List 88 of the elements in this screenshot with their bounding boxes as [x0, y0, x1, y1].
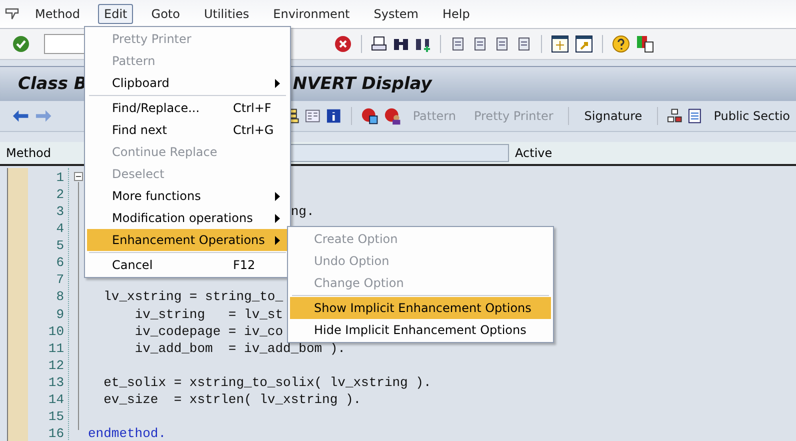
help-icon[interactable] [612, 35, 630, 53]
page-icon[interactable] [494, 36, 510, 52]
line-number: 14 [47, 390, 65, 408]
menu-item-label: Clipboard [112, 76, 170, 90]
document-icon[interactable] [688, 108, 702, 124]
line-number: 10 [47, 322, 65, 340]
method-label: Method [5, 146, 52, 160]
menu-item-label: Enhancement Operations [112, 233, 265, 247]
stop-sign-icon[interactable] [360, 107, 378, 125]
command-field[interactable] [44, 34, 86, 54]
info-icon[interactable] [326, 108, 342, 124]
menu-item[interactable]: Help [436, 4, 476, 24]
menu-item-label: Find next [112, 123, 167, 137]
menu-item[interactable]: Find/Replace... Ctrl+F [87, 97, 288, 119]
menu-item[interactable]: System [368, 4, 424, 24]
menu-item-label: Cancel [112, 258, 153, 272]
menu-item-label: Undo Option [314, 254, 390, 268]
list-icon[interactable] [305, 108, 320, 124]
code-line: ng. [290, 204, 314, 220]
layout-icon[interactable] [636, 35, 654, 53]
menu-item-label: Change Option [314, 276, 404, 290]
code-line: endmethod. [88, 426, 166, 441]
submenu-arrow-icon [275, 192, 280, 201]
menu-item[interactable]: Modification operations [87, 207, 288, 229]
page-icon[interactable] [472, 36, 488, 52]
shortcut-text: F12 [233, 258, 256, 272]
line-number: 11 [47, 340, 65, 357]
menu-item[interactable]: Edit [98, 4, 134, 24]
menu-item-label: Continue Replace [112, 145, 218, 159]
menu-item[interactable]: Enhancement Operations [87, 229, 288, 251]
window-title: NVERT Display [292, 74, 432, 94]
menu-item-label: Deselect [112, 167, 164, 181]
menu-item-label: Show Implicit Enhancement Options [314, 301, 532, 315]
collapse-icon[interactable] [74, 172, 83, 181]
menu-item[interactable]: Clipboard [87, 72, 288, 94]
menu-item-label: Find/Replace... [112, 101, 200, 115]
menu-item[interactable]: Cancel F12 [87, 254, 288, 276]
print-icon[interactable] [371, 36, 387, 52]
line-number: 1 [55, 169, 65, 186]
line-number: 13 [47, 374, 65, 391]
code-line: lv_xstring = string_to_ [104, 289, 284, 304]
menu-item-label: More functions [112, 189, 201, 203]
page-icon[interactable] [516, 36, 532, 52]
line-number: 6 [55, 254, 65, 272]
submenu-arrow-icon [275, 214, 280, 223]
code-line: iv_add_bom = iv_add_bom ). [134, 340, 346, 356]
line-number: 5 [55, 237, 65, 254]
status-text: Active [515, 146, 552, 160]
submenu-arrow-icon [275, 236, 280, 245]
line-number: 2 [55, 186, 65, 204]
menu-item[interactable]: Method [29, 4, 86, 24]
menu-item[interactable]: Goto [145, 4, 186, 24]
line-number: 8 [55, 288, 65, 306]
line-number: 4 [55, 220, 65, 238]
line-number: 12 [47, 356, 65, 374]
structure-icon[interactable] [667, 108, 682, 124]
menu-item[interactable]: More functions [87, 185, 288, 207]
check-icon[interactable] [12, 35, 30, 53]
code-line: ev_size = xstrlen( lv_xstring ). [104, 392, 362, 407]
stop-sign-user-icon[interactable] [384, 107, 401, 125]
line-number: 16 [47, 424, 65, 441]
menu-item[interactable]: Environment [267, 4, 356, 24]
shortcut-icon[interactable] [575, 35, 593, 53]
page-icon[interactable] [450, 36, 466, 52]
code-line: et_solix = xstring_to_solix( lv_xstring ). [104, 374, 432, 390]
menu-item-label: Create Option [314, 232, 398, 246]
line-number: 9 [55, 306, 65, 323]
line-number: 3 [55, 203, 65, 220]
menu-item[interactable]: Find next Ctrl+G [87, 119, 288, 141]
toolbar-button[interactable]: Public Sectio [708, 109, 796, 123]
back-arrow-icon[interactable] [12, 109, 30, 123]
code-line: iv_string = lv_st [134, 306, 284, 322]
line-number: 7 [55, 271, 65, 288]
submenu-arrow-icon [275, 79, 280, 88]
line-number: 15 [47, 408, 65, 425]
menu-item[interactable]: Utilities [198, 4, 256, 24]
shortcut-text: Ctrl+F [233, 101, 272, 115]
window-icon[interactable] [551, 35, 569, 53]
menu-item-label: Modification operations [112, 211, 253, 225]
shortcut-text: Ctrl+G [233, 123, 274, 137]
menu-item-label: Pretty Printer [112, 32, 192, 46]
toolbar-button[interactable]: Signature [578, 109, 648, 123]
cancel-icon[interactable] [334, 35, 352, 53]
menu-item-label: Pattern [112, 54, 156, 68]
menu-item-label: Hide Implicit Enhancement Options [314, 323, 526, 337]
menu-item[interactable]: Show Implicit Enhancement Options [290, 297, 551, 319]
menu-item[interactable]: Hide Implicit Enhancement Options [290, 319, 551, 341]
code-line: iv_codepage = iv_co [134, 324, 284, 339]
